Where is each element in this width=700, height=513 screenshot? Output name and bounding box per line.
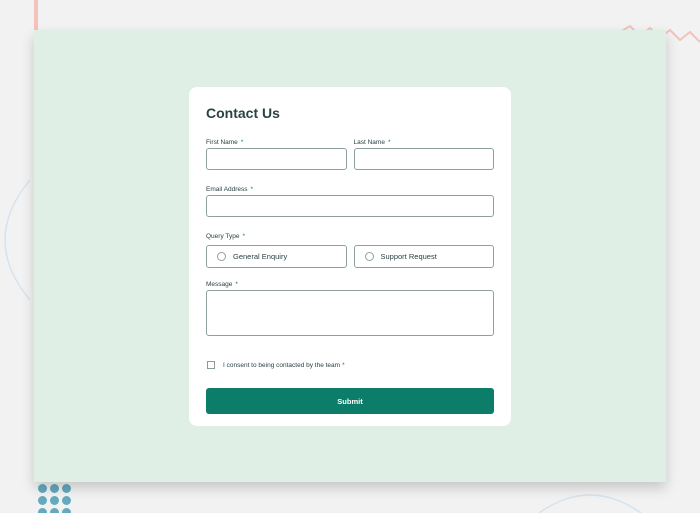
required-marker: * [235, 281, 238, 288]
email-label: Email Address * [206, 186, 254, 193]
query-type-options: General Enquiry Support Request [206, 244, 494, 268]
consent-label: I consent to being contacted by the team… [223, 361, 345, 369]
required-marker: * [387, 139, 391, 146]
decorative-arc [4, 180, 30, 300]
last-name-field[interactable] [353, 148, 494, 170]
first-name-field[interactable] [206, 148, 347, 170]
message-group: Message * [206, 280, 494, 341]
general-enquiry-label: General Enquiry [233, 252, 288, 261]
email-field[interactable] [206, 195, 494, 217]
consent-row: I consent to being contacted by the team… [206, 360, 494, 370]
general-enquiry-option[interactable]: General Enquiry [206, 245, 347, 268]
email-group: Email Address * [206, 185, 494, 217]
message-label: Message * [206, 281, 238, 288]
required-marker: * [240, 139, 244, 146]
message-field[interactable] [206, 290, 494, 336]
consent-checkbox[interactable] [207, 361, 215, 369]
query-type-group: Query Type * General Enquiry Support Requ… [206, 232, 494, 268]
radio-icon[interactable] [217, 252, 226, 261]
contact-form: Contact Us First Name * Last Name * Email … [189, 87, 511, 426]
last-name-label: Last Name * [353, 139, 391, 146]
last-name-group: Last Name * [353, 138, 494, 170]
first-name-group: First Name * [206, 138, 347, 170]
required-marker: * [242, 233, 246, 240]
support-request-label: Support Request [380, 252, 437, 261]
decorative-dots [38, 484, 78, 513]
support-request-option[interactable]: Support Request [353, 245, 494, 268]
form-panel: Contact Us First Name * Last Name * Email … [34, 30, 666, 482]
query-type-label: Query Type * [206, 233, 246, 240]
name-row: First Name * Last Name * [206, 138, 494, 170]
radio-icon[interactable] [364, 252, 374, 261]
required-marker: * [342, 361, 345, 369]
first-name-label: First Name * [206, 139, 244, 146]
required-marker: * [250, 186, 254, 193]
submit-button[interactable]: Submit [206, 388, 494, 414]
form-title: Contact Us [206, 105, 280, 121]
decorative-arc-bottom [537, 494, 643, 513]
decorative-line [34, 0, 38, 30]
